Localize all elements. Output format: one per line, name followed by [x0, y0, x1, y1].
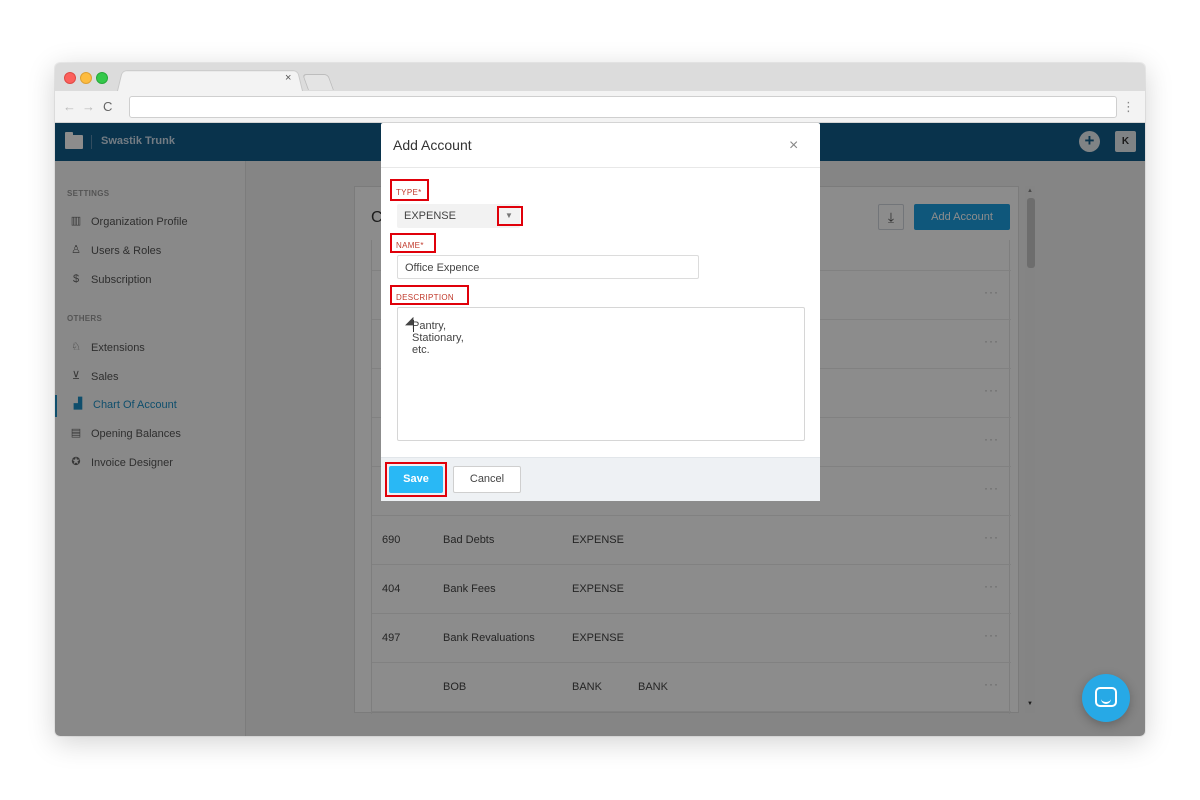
reload-icon[interactable]: C [103, 99, 112, 114]
add-account-dialog: Add Account × TYPE* EXPENSE ▼ NAME* Offi… [381, 123, 820, 501]
chevron-down-icon[interactable]: ▼ [505, 211, 513, 220]
tab-close-icon[interactable]: × [285, 72, 291, 84]
description-label: DESCRIPTION [396, 293, 454, 302]
description-field[interactable]: Pantry, Stationary, etc. ◢ [397, 307, 805, 441]
new-tab-button[interactable] [302, 74, 334, 90]
close-icon[interactable]: × [789, 137, 798, 155]
chat-icon [1095, 687, 1117, 707]
tab-bar: × [55, 63, 1145, 91]
dialog-footer: Save Cancel [381, 457, 820, 501]
dialog-divider [381, 167, 820, 168]
browser-window: × ← → C ⋮ Swastik Trunk + K SETTINGS ▥ O… [55, 63, 1145, 736]
maximize-window-button[interactable] [96, 72, 108, 84]
chat-launcher-button[interactable] [1082, 674, 1130, 722]
address-bar: ← → C ⋮ [55, 91, 1145, 123]
type-select-value: EXPENSE [404, 210, 456, 222]
url-input[interactable] [129, 96, 1117, 118]
forward-icon[interactable]: → [82, 99, 95, 114]
cancel-button[interactable]: Cancel [453, 466, 521, 493]
name-label: NAME* [396, 241, 424, 250]
browser-tab[interactable] [117, 70, 303, 91]
resize-grip-icon[interactable]: ◢ [405, 314, 802, 439]
dialog-title: Add Account [393, 137, 472, 153]
type-label: TYPE* [396, 188, 422, 197]
save-button[interactable]: Save [389, 466, 443, 493]
close-window-button[interactable] [64, 72, 76, 84]
minimize-window-button[interactable] [80, 72, 92, 84]
name-field[interactable]: Office Expence [397, 255, 699, 279]
back-icon[interactable]: ← [63, 99, 76, 114]
browser-menu-icon[interactable]: ⋮ [1122, 99, 1135, 115]
name-field-value: Office Expence [405, 262, 480, 274]
